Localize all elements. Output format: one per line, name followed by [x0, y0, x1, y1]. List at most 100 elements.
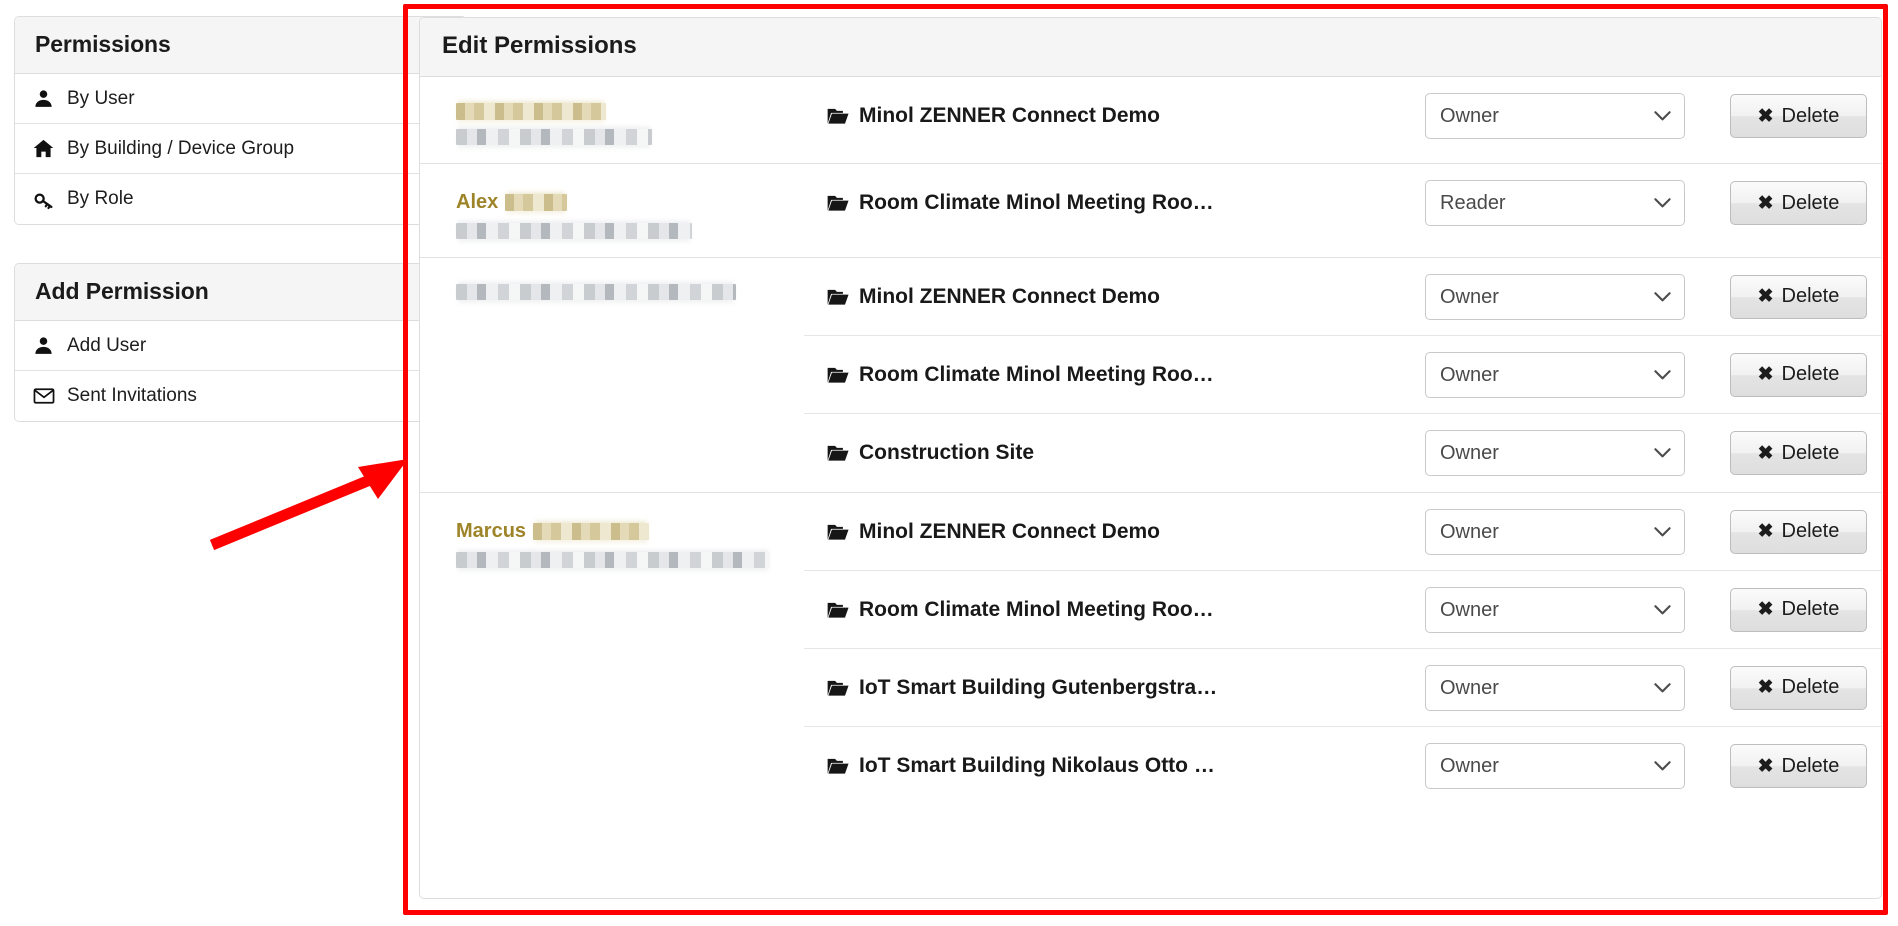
edit-permissions-header: Edit Permissions [420, 18, 1881, 77]
sidebar-item-by-role[interactable]: By Role [15, 174, 466, 224]
folder-open-icon [827, 287, 849, 307]
permission-row: IoT Smart Building Nikolaus Otto … OwnerR… [804, 727, 1881, 805]
redacted-user-email [456, 552, 770, 568]
delete-button-label: Delete [1781, 104, 1840, 127]
folder-name: IoT Smart Building Nikolaus Otto … [859, 754, 1215, 777]
sidebar: Permissions By User By Building / Device… [14, 16, 467, 422]
folder-cell: IoT Smart Building Gutenbergstra… [804, 676, 1425, 700]
delete-button-label: Delete [1781, 363, 1840, 385]
permissions-panel: Permissions By User By Building / Device… [14, 16, 467, 225]
permission-row: IoT Smart Building Gutenbergstra… OwnerRe… [804, 649, 1881, 727]
permission-row: Minol ZENNER Connect Demo OwnerReader ✖ Del… [804, 493, 1881, 571]
redacted-user-email [456, 223, 692, 239]
permission-group: Marcus Minol ZENNER Connect Demo OwnerRead… [420, 493, 1881, 805]
folder-cell: Room Climate Minol Meeting Roo… [804, 191, 1425, 215]
role-select-wrapper: OwnerReader [1425, 351, 1685, 398]
role-select-wrapper: OwnerReader [1425, 430, 1685, 476]
redacted-user-email [456, 129, 652, 145]
role-select-wrapper: OwnerReader [1425, 273, 1685, 320]
user-name: Alex [456, 190, 786, 214]
delete-button[interactable]: ✖ Delete [1730, 94, 1867, 138]
user-cell [420, 258, 804, 492]
x-icon: ✖ [1757, 677, 1774, 698]
role-select[interactable]: OwnerReader [1425, 430, 1685, 476]
folder-open-icon [827, 365, 849, 385]
role-select-wrapper: OwnerReader [1425, 586, 1685, 633]
permission-group: Alex Room Climate Minol Meeting Roo… Owner… [420, 164, 1881, 258]
folder-cell: IoT Smart Building Nikolaus Otto … [804, 754, 1425, 778]
folder-cell: Minol ZENNER Connect Demo [804, 104, 1425, 128]
role-select-wrapper: OwnerReader [1425, 664, 1685, 711]
folder-open-icon [827, 106, 849, 126]
folder-name: Construction Site [859, 441, 1035, 464]
sidebar-item-by-building-device-group[interactable]: By Building / Device Group [15, 124, 466, 174]
permission-group: Minol ZENNER Connect Demo OwnerReader ✖ Del… [420, 258, 1881, 493]
role-select[interactable]: OwnerReader [1425, 508, 1685, 555]
role-select-wrapper: OwnerReader [1425, 180, 1685, 226]
user-name-visible: Marcus [456, 520, 527, 542]
role-select[interactable]: OwnerReader [1425, 586, 1685, 633]
role-select[interactable]: OwnerReader [1425, 351, 1685, 398]
sidebar-item-by-building-device-group-label: By Building / Device Group [67, 137, 295, 159]
folder-cell: Minol ZENNER Connect Demo [804, 520, 1425, 544]
delete-button[interactable]: ✖ Delete [1730, 509, 1867, 554]
role-select-wrapper: OwnerReader [1425, 743, 1685, 789]
delete-button[interactable]: ✖ Delete [1730, 181, 1867, 225]
delete-button-label: Delete [1781, 754, 1840, 777]
folder-name: Minol ZENNER Connect Demo [859, 284, 1161, 308]
role-select-wrapper: OwnerReader [1425, 508, 1685, 555]
folder-cell: Minol ZENNER Connect Demo [804, 285, 1425, 309]
folder-open-icon [827, 600, 849, 620]
delete-button[interactable]: ✖ Delete [1730, 431, 1867, 475]
permission-row: Construction Site OwnerReader ✖ Delete [804, 414, 1881, 492]
redacted-user-email [456, 284, 736, 300]
folder-cell: Construction Site [804, 441, 1425, 465]
envelope-icon [33, 385, 67, 407]
role-select[interactable]: OwnerReader [1425, 180, 1685, 226]
x-icon: ✖ [1757, 192, 1774, 214]
delete-button[interactable]: ✖ Delete [1730, 665, 1867, 710]
role-select[interactable]: OwnerReader [1425, 93, 1685, 139]
sidebar-item-by-user-label: By User [67, 87, 135, 109]
folder-name: IoT Smart Building Gutenbergstra… [859, 675, 1218, 699]
user-cell: Alex [420, 164, 804, 257]
role-select[interactable]: OwnerReader [1425, 273, 1685, 320]
permission-row: Minol ZENNER Connect Demo OwnerReader ✖ Del… [804, 258, 1881, 336]
permission-rows: Room Climate Minol Meeting Roo… OwnerRead… [804, 164, 1881, 257]
add-permission-panel-title: Add Permission [35, 278, 209, 304]
delete-button[interactable]: ✖ Delete [1730, 274, 1867, 319]
x-icon: ✖ [1757, 364, 1774, 385]
sidebar-item-by-user[interactable]: By User [15, 74, 466, 124]
folder-cell: Room Climate Minol Meeting Roo… [804, 363, 1425, 387]
key-icon [33, 189, 67, 210]
permission-rows: Minol ZENNER Connect Demo OwnerReader ✖ Del… [804, 77, 1881, 163]
sidebar-item-add-user[interactable]: Add User [15, 321, 466, 371]
delete-button[interactable]: ✖ Delete [1730, 744, 1867, 788]
edit-permissions-panel: Edit Permissions Minol ZENNER Connect De… [419, 17, 1882, 899]
role-select[interactable]: OwnerReader [1425, 743, 1685, 789]
folder-name: Room Climate Minol Meeting Roo… [859, 597, 1214, 621]
sidebar-item-sent-invitations[interactable]: Sent Invitations [15, 371, 466, 421]
delete-button[interactable]: ✖ Delete [1730, 352, 1867, 397]
folder-open-icon [827, 678, 849, 698]
permission-row: Minol ZENNER Connect Demo OwnerReader ✖ Del… [804, 77, 1881, 155]
delete-button[interactable]: ✖ Delete [1730, 587, 1867, 632]
x-icon: ✖ [1757, 286, 1774, 307]
add-permission-panel-header: Add Permission [15, 264, 466, 321]
user-name-visible: Alex [456, 191, 499, 213]
redacted-user-name [505, 193, 568, 211]
delete-button-label: Delete [1781, 285, 1840, 307]
permissions-list: Minol ZENNER Connect Demo OwnerReader ✖ Del… [420, 77, 1881, 805]
user-cell: Marcus [420, 493, 804, 805]
folder-cell: Room Climate Minol Meeting Roo… [804, 598, 1425, 622]
user-icon [33, 335, 67, 356]
folder-name: Minol ZENNER Connect Demo [859, 519, 1161, 543]
folder-name: Room Climate Minol Meeting Roo… [859, 362, 1214, 386]
folder-open-icon [827, 443, 849, 463]
permission-rows: Minol ZENNER Connect Demo OwnerReader ✖ Del… [804, 258, 1881, 492]
x-icon: ✖ [1757, 105, 1774, 127]
sidebar-item-add-user-label: Add User [67, 334, 147, 356]
role-select[interactable]: OwnerReader [1425, 664, 1685, 711]
home-icon [33, 138, 67, 159]
folder-open-icon [827, 756, 849, 776]
